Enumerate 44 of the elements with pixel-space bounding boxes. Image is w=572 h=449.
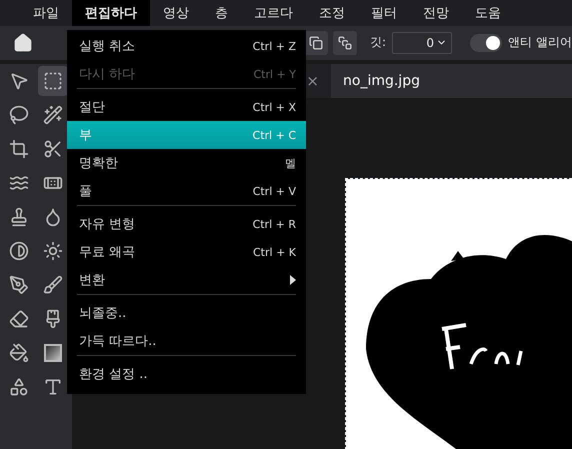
menu-bar-item[interactable]: 전망 xyxy=(410,0,462,26)
text-icon xyxy=(43,377,63,397)
menu-bar-item[interactable]: 고르다 xyxy=(241,0,306,26)
paint-bucket-icon xyxy=(9,343,29,363)
pen-icon xyxy=(9,275,29,295)
pointer-icon xyxy=(9,71,29,91)
menu-bar-item[interactable]: 파일 xyxy=(20,0,72,26)
antialias-toggle[interactable] xyxy=(470,34,502,52)
menu-item[interactable]: 명확한 멜 xyxy=(67,149,306,177)
magic-wand-icon xyxy=(43,105,63,125)
lasso-icon xyxy=(9,105,29,125)
crop-icon xyxy=(9,139,29,159)
submenu-arrow-icon xyxy=(290,275,296,285)
menu-bar-item[interactable]: 필터 xyxy=(358,0,410,26)
close-icon[interactable]: × xyxy=(306,72,319,90)
menu-item[interactable]: 무료 왜곡 Ctrl + K xyxy=(67,238,306,266)
menu-bar-item[interactable]: 도움 xyxy=(462,0,514,26)
overlap-squares-icon xyxy=(309,36,323,50)
menu-bar-item[interactable]: 조정 xyxy=(306,0,358,26)
sun-icon xyxy=(43,241,63,261)
gradient-icon xyxy=(44,344,62,362)
home-icon xyxy=(13,32,33,53)
menu-bar-item[interactable]: 층 xyxy=(202,0,241,26)
menu-bar-item[interactable]: 편집하다 xyxy=(72,0,150,26)
exclude-button[interactable] xyxy=(333,30,357,55)
scissors-icon xyxy=(43,139,63,159)
document-tab[interactable]: no_img.jpg xyxy=(331,64,572,98)
half-circle-icon xyxy=(9,241,29,261)
menu-item[interactable]: 풀 Ctrl + V xyxy=(67,177,306,205)
brush-icon xyxy=(43,275,63,295)
tool-button[interactable] xyxy=(38,66,68,96)
feather-label: 깃: xyxy=(370,34,386,52)
intersect-button[interactable] xyxy=(304,30,328,55)
menu-bar-item[interactable]: 영상 xyxy=(150,0,202,26)
feather-field[interactable]: 0 xyxy=(392,32,452,54)
menu-item[interactable]: 가득 따르다.. xyxy=(67,327,306,355)
stamp-icon xyxy=(9,207,29,227)
menu-item[interactable]: 변환 xyxy=(67,266,306,294)
eraser-icon xyxy=(9,309,29,329)
menu-item[interactable]: 실행 취소 Ctrl + Z xyxy=(67,32,306,60)
stacked-squares-icon xyxy=(338,36,352,50)
shapes-icon xyxy=(9,377,29,397)
antialias-label: 앤티 앨리어 xyxy=(508,34,572,52)
marquee-icon xyxy=(43,71,63,91)
